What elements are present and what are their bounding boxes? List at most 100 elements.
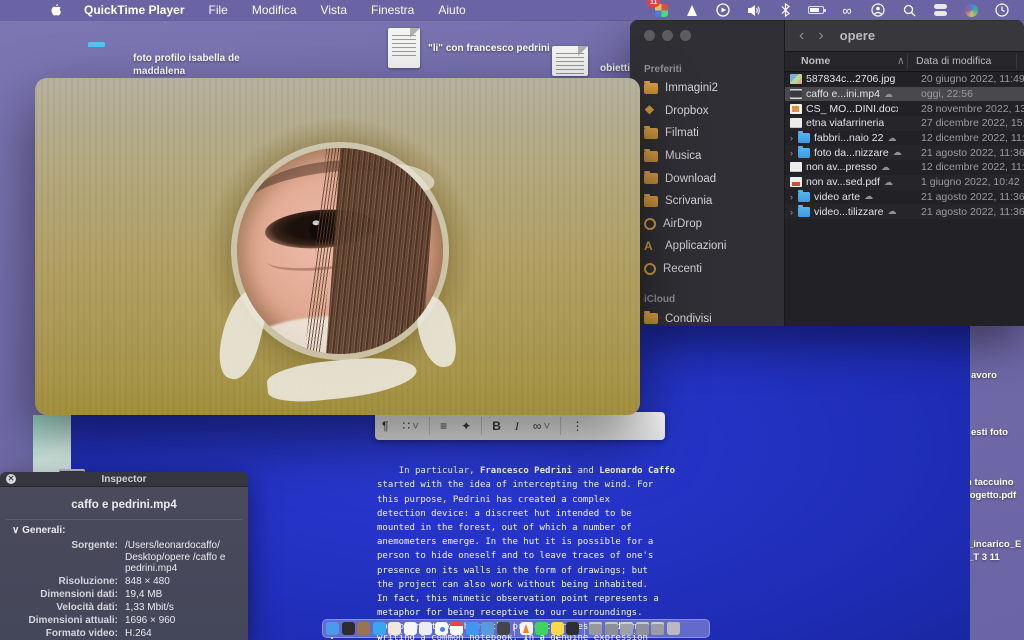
notification-badge: 11 (647, 0, 660, 7)
dock-app-icon[interactable] (520, 622, 533, 635)
active-app-title[interactable]: QuickTime Player (84, 3, 185, 17)
volume-icon[interactable] (746, 2, 762, 18)
align-button[interactable]: ≡ (433, 419, 454, 433)
table-row[interactable]: non av...presso ☁ 12 dicembre 2022, 11:1… (785, 160, 1024, 175)
dock-app-icon[interactable] (435, 622, 448, 635)
dock-app-icon[interactable] (566, 622, 579, 635)
close-icon[interactable]: ✕ (6, 474, 16, 484)
background-window-sliver[interactable] (33, 415, 71, 478)
sidebar-item[interactable]: Immagini2 (630, 77, 784, 100)
back-button[interactable]: ‹ (799, 27, 804, 45)
sidebar-item[interactable]: AirDrop (630, 213, 784, 236)
sparkle-button[interactable]: ✦ (454, 419, 478, 433)
table-row[interactable]: non av...sed.pdf ☁ 1 giugno 2022, 10:42 (785, 175, 1024, 190)
user-account-icon[interactable] (870, 2, 886, 18)
avatar-icon[interactable] (963, 2, 979, 18)
sidebar-item[interactable]: A Applicazioni (630, 235, 784, 258)
disclosure-triangle-icon[interactable]: › (790, 148, 798, 158)
link-button[interactable]: ∞˅ (526, 419, 558, 433)
menu-item[interactable]: Modifica (252, 3, 297, 17)
dock-app-icon[interactable] (551, 622, 564, 635)
dock-app-icon[interactable] (620, 622, 633, 635)
sidebar-item[interactable]: Scrivania (630, 190, 784, 213)
dock-app-icon[interactable] (404, 622, 417, 635)
desktop-icon-label[interactable]: foto profilo isabella de maddalena (133, 52, 240, 78)
sidebar-item[interactable]: Condivisi (630, 307, 784, 326)
dock-app-icon[interactable] (667, 622, 680, 635)
menu-item[interactable]: Finestra (371, 3, 414, 17)
sidebar-item[interactable]: Musica (630, 145, 784, 168)
battery-icon[interactable] (808, 2, 824, 18)
bluetooth-icon[interactable] (777, 2, 793, 18)
sidebar-item[interactable]: Filmati (630, 122, 784, 145)
dock (322, 619, 710, 638)
table-row[interactable]: › foto da...nizzare ☁ 21 agosto 2022, 11… (785, 145, 1024, 160)
dock-app-icon[interactable] (326, 622, 339, 635)
table-row[interactable]: etna viafarrineria 27 dicembre 2022, 15:… (785, 116, 1024, 131)
dock-app-icon[interactable] (373, 622, 386, 635)
dock-app-icon[interactable] (450, 622, 463, 635)
table-row[interactable]: CS_ MO...DINI.docx 28 novembre 2022, 13:… (785, 101, 1024, 116)
disclosure-triangle-icon[interactable]: › (790, 192, 798, 202)
menu-item[interactable]: File (209, 3, 228, 17)
dock-app-icon[interactable] (514, 622, 515, 636)
dock-app-icon[interactable] (419, 622, 432, 635)
menu-item[interactable]: Vista (321, 3, 347, 17)
menu-item[interactable]: Aiuto (438, 3, 465, 17)
disclosure-triangle-icon[interactable]: › (790, 207, 798, 217)
paragraph-button[interactable]: ¶ (375, 419, 395, 433)
app-notification-icon[interactable]: 11 (653, 2, 669, 18)
inspector-section-general[interactable]: ∨ Generali: (12, 525, 248, 536)
desktop-label-lavoro[interactable]: avoro (971, 369, 997, 382)
desktop-label-esti-foto[interactable]: esti foto (971, 426, 1008, 439)
desktop-label-taccuino[interactable]: n taccuino rogetto.pdf (966, 476, 1016, 502)
desktop-label-incarico[interactable]: _incarico_E _T 3 11 (968, 538, 1021, 564)
control-center-icon[interactable] (932, 2, 948, 18)
vlc-menu-icon[interactable] (684, 2, 700, 18)
dock-app-icon[interactable] (357, 622, 370, 635)
link-icon[interactable]: ∞ (839, 2, 855, 18)
desktop-icon-doc-obiettivi[interactable] (552, 46, 588, 76)
disclosure-triangle-icon[interactable]: › (790, 133, 798, 143)
dock-app-icon[interactable] (466, 622, 479, 635)
peephole-video-frame (237, 148, 443, 354)
dock-app-icon[interactable] (589, 622, 602, 635)
dock-app-icon[interactable] (605, 622, 618, 635)
table-row[interactable]: caffo e...ini.mp4 ☁ oggi, 22:56 (785, 87, 1024, 102)
dock-app-icon[interactable] (584, 622, 585, 636)
table-row[interactable]: › video...tilizzare ☁ 21 agosto 2022, 11… (785, 204, 1024, 219)
dock-app-icon[interactable] (342, 622, 355, 635)
column-header-name[interactable]: Nome (801, 55, 830, 67)
dock-app-icon[interactable] (636, 622, 649, 635)
dock-app-icon[interactable] (497, 622, 510, 635)
table-row[interactable]: › fabbri...naio 22 ☁ 12 dicembre 2022, 1… (785, 131, 1024, 146)
more-options-button[interactable]: ⋮ (564, 419, 590, 433)
sidebar-item[interactable]: Recenti (630, 258, 784, 281)
sidebar-item[interactable]: ❖ Dropbox (630, 100, 784, 123)
desktop-icon-doc-li[interactable] (388, 28, 420, 68)
close-button[interactable] (644, 30, 655, 41)
file-date: 12 dicembre 2022, 11:16 (921, 161, 1024, 173)
quicktime-video-window[interactable] (35, 78, 640, 415)
search-icon[interactable] (901, 2, 917, 18)
dock-app-icon[interactable] (388, 622, 401, 635)
dock-app-icon[interactable] (651, 622, 664, 635)
desktop-icon-label[interactable]: "li" con francesco pedrini (428, 42, 550, 55)
dock-app-icon[interactable] (535, 622, 548, 635)
document-text[interactable]: In particular, Francesco Pedrini and Leo… (377, 450, 677, 640)
minimize-button[interactable] (662, 30, 673, 41)
bold-button[interactable]: B (485, 419, 508, 433)
italic-button[interactable]: I (508, 419, 526, 434)
table-row[interactable]: 587834c...2706.jpg 20 giugno 2022, 11:49 (785, 72, 1024, 87)
grid-options-button[interactable]: ∷˅ (395, 419, 426, 433)
menu-bar: QuickTime Player File Modifica Vista Finest… (0, 0, 1024, 20)
zoom-button[interactable] (680, 30, 691, 41)
forward-button[interactable]: › (818, 27, 823, 45)
dock-app-icon[interactable] (481, 622, 494, 635)
play-circle-icon[interactable] (715, 2, 731, 18)
sidebar-item[interactable]: Download (630, 167, 784, 190)
table-row[interactable]: › video arte ☁ 21 agosto 2022, 11:36 (785, 190, 1024, 205)
clock-icon[interactable] (994, 2, 1010, 18)
column-header-date[interactable]: Data di modifica (916, 55, 991, 67)
apple-menu-icon[interactable] (50, 3, 62, 17)
